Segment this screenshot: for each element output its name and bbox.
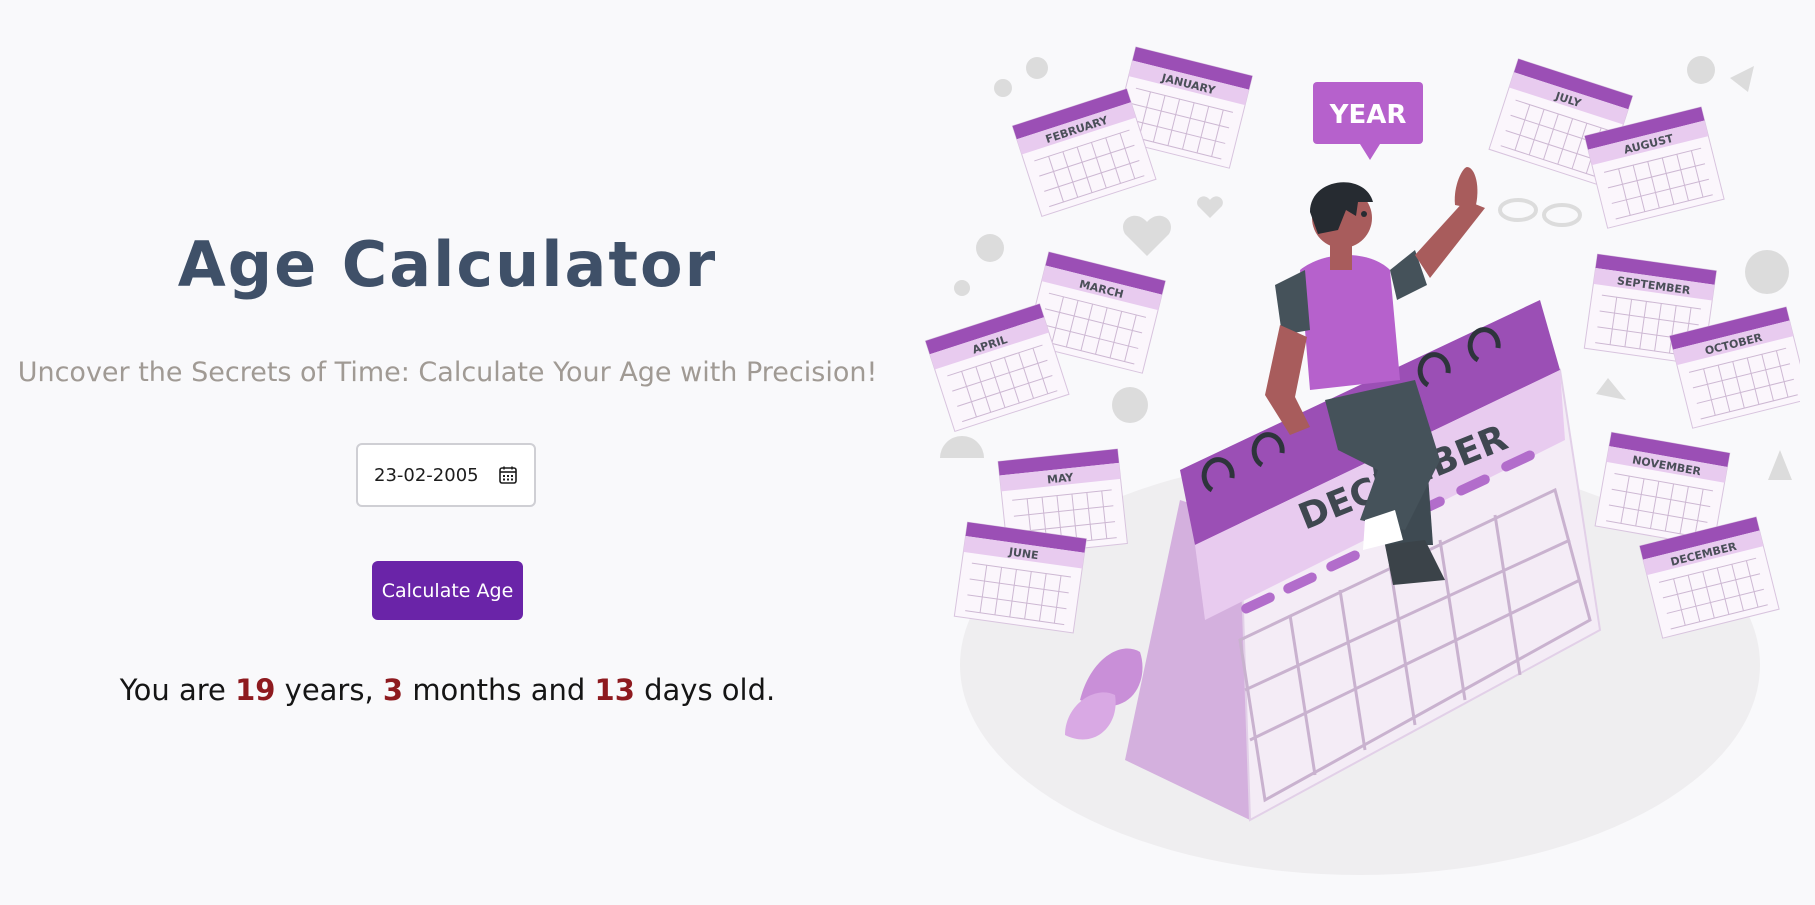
result-months-word: months and — [412, 673, 586, 707]
birthdate-value: 23-02-2005 — [374, 464, 479, 486]
month-calendar-june: JUNE — [953, 521, 1087, 634]
left-panel: Age Calculator Uncover the Secrets of Ti… — [0, 0, 895, 905]
result-days: 13 — [594, 673, 635, 707]
result-days-word: days old. — [644, 673, 776, 707]
calendar-illustration: JANUARYFEBRUARYMARCHAPRILMAYJUNEJULYAUGU… — [924, 46, 1800, 875]
calendar-icon[interactable] — [498, 465, 518, 485]
page-subtitle: Uncover the Secrets of Time: Calculate Y… — [17, 357, 878, 388]
page-title: Age Calculator — [177, 228, 718, 301]
result-prefix: You are — [119, 673, 226, 707]
result-months: 3 — [382, 673, 404, 707]
calculate-age-button[interactable]: Calculate Age — [372, 561, 523, 620]
result-years: 19 — [235, 673, 276, 707]
year-badge: YEAR — [1313, 82, 1423, 160]
result-years-word: years, — [284, 673, 374, 707]
svg-text:YEAR: YEAR — [1329, 100, 1407, 130]
birthdate-input[interactable]: 23-02-2005 — [356, 443, 536, 507]
age-result: You are 19 years, 3 months and 13 days o… — [0, 673, 895, 707]
